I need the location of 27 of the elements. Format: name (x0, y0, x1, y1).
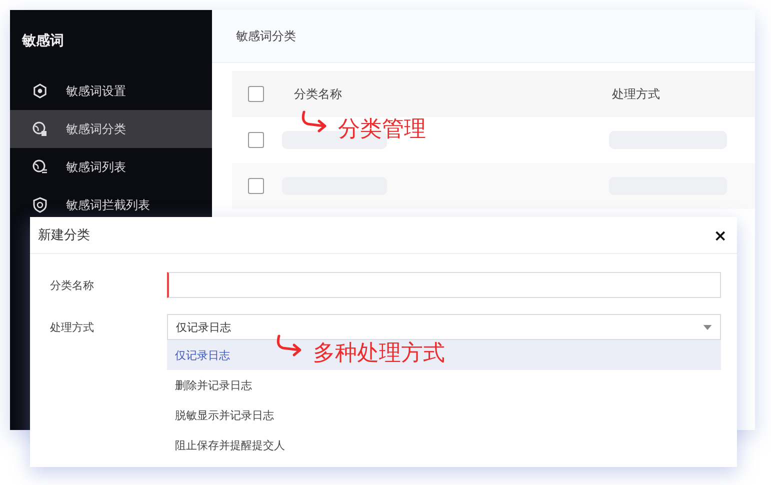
checkbox[interactable] (248, 178, 264, 194)
dropdown-option[interactable]: 脱敏显示并记录日志 (167, 400, 721, 430)
checkbox[interactable] (248, 132, 264, 148)
field-label: 分类名称 (50, 278, 95, 294)
sidebar-item[interactable]: 敏感词拦截列表 (10, 186, 212, 224)
hexagon-icon (32, 83, 48, 99)
field-label: 处理方式 (50, 320, 95, 336)
dropdown-option[interactable]: 删除并记录日志 (167, 370, 721, 400)
shield-icon (32, 197, 48, 213)
input-field[interactable] (167, 272, 721, 298)
sidebar-title: 敏感词 (20, 32, 65, 51)
column-header: 分类名称 (294, 86, 343, 102)
checkbox[interactable] (248, 86, 264, 102)
annotation-text: 分类管理 (338, 118, 426, 142)
page-title: 敏感词分类 (236, 28, 296, 44)
globe-icon (32, 159, 48, 175)
globe-icon (32, 121, 48, 137)
select-field[interactable]: 仅记录日志 (167, 314, 721, 340)
sidebar-item[interactable]: 敏感词分类 (10, 110, 212, 148)
caret-icon (703, 324, 712, 330)
sidebar-item[interactable]: 敏感词设置 (10, 72, 212, 110)
column-header: 处理方式 (612, 86, 660, 102)
annotation-text: 多种处理方式 (313, 342, 445, 366)
dropdown-option[interactable]: 阻止保存并提醒提交人 (167, 430, 721, 460)
dialog-title: 新建分类 (38, 227, 90, 244)
close-button[interactable]: × (712, 226, 729, 244)
sidebar-item[interactable]: 敏感词列表 (10, 148, 212, 186)
